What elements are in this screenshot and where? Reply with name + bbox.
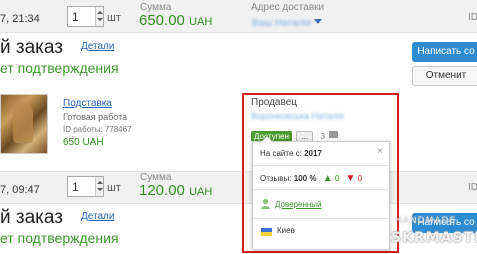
order-sum: 650.00 UAH — [139, 12, 212, 29]
details-link[interactable]: Детали — [81, 211, 114, 222]
sum-value: 120.00 — [139, 182, 185, 199]
order-status: ет подтверждения — [0, 230, 119, 246]
order-date: 7, 09:47 — [0, 184, 40, 196]
order-date: 7, 21:34 — [0, 13, 40, 25]
work-id: ID работы: 778467 — [63, 125, 132, 134]
member-since: На сайте с: 2017 — [260, 149, 322, 158]
watermark-line2: SKRMASTER — [391, 230, 477, 246]
reviews-summary: Отзывы: 100 % ▲ 0 ▼ 0 — [260, 173, 362, 184]
order-title: й заказ — [0, 37, 63, 58]
member-since-label: На сайте с: — [260, 149, 302, 158]
user-icon — [261, 198, 270, 209]
trusted-link[interactable]: Доверенный — [275, 200, 322, 209]
order-title: й заказ — [0, 207, 63, 228]
seller-city: Киев — [277, 226, 295, 235]
member-since-value: 2017 — [304, 149, 322, 158]
delivery-address-select[interactable]: Ваш Наталія — [252, 13, 323, 31]
quantity-stepper[interactable]: 1 — [67, 6, 104, 27]
delivery-address-value: Ваш Наталія — [252, 18, 312, 29]
watermark-line1: HANDMADE — [395, 216, 457, 226]
spin-arrows-icon[interactable] — [95, 177, 103, 196]
product-thumbnail[interactable] — [0, 94, 48, 154]
delivery-address-label: Адрес доставки — [251, 2, 325, 13]
quantity-stepper[interactable]: 1 — [67, 176, 104, 197]
write-seller-button[interactable]: Написать со — [412, 42, 477, 62]
dislikes-count: 0 — [357, 174, 363, 183]
sum-value: 650.00 — [139, 12, 185, 29]
quantity-unit: шт — [107, 182, 121, 194]
thumbs-up-icon: ▲ — [322, 173, 333, 184]
close-icon[interactable]: × — [377, 146, 383, 157]
product-price: 650 UAH — [63, 137, 104, 148]
seller-info-popup: × На сайте с: 2017 Отзывы: 100 % ▲ 0 ▼ 0… — [252, 136, 391, 250]
thumbs-down-icon: ▼ — [345, 173, 356, 184]
product-link[interactable]: Подставка — [63, 98, 112, 109]
order-sum: 120.00 UAH — [139, 182, 212, 199]
quantity-value: 1 — [72, 180, 79, 194]
ukraine-flag-icon — [261, 228, 272, 236]
quantity-unit: шт — [107, 12, 121, 24]
sum-currency: UAH — [189, 16, 213, 28]
id-column-label: ID — [468, 182, 477, 193]
details-link[interactable]: Детали — [81, 41, 114, 52]
quantity-value: 1 — [72, 10, 79, 24]
product-state: Готовая работа — [63, 112, 128, 122]
reviews-percent: 100 % — [293, 174, 317, 183]
trusted-status: Доверенный — [275, 200, 322, 209]
id-column-label: ID — [468, 12, 477, 23]
order-status: ет подтверждения — [0, 60, 119, 76]
spin-arrows-icon[interactable] — [95, 7, 103, 26]
likes-count: 0 — [334, 174, 340, 183]
cancel-order-button[interactable]: Отменит — [412, 66, 477, 86]
sum-currency: UAH — [189, 186, 213, 198]
reviews-label: Отзывы: — [260, 174, 292, 183]
chevron-down-icon — [314, 19, 323, 25]
